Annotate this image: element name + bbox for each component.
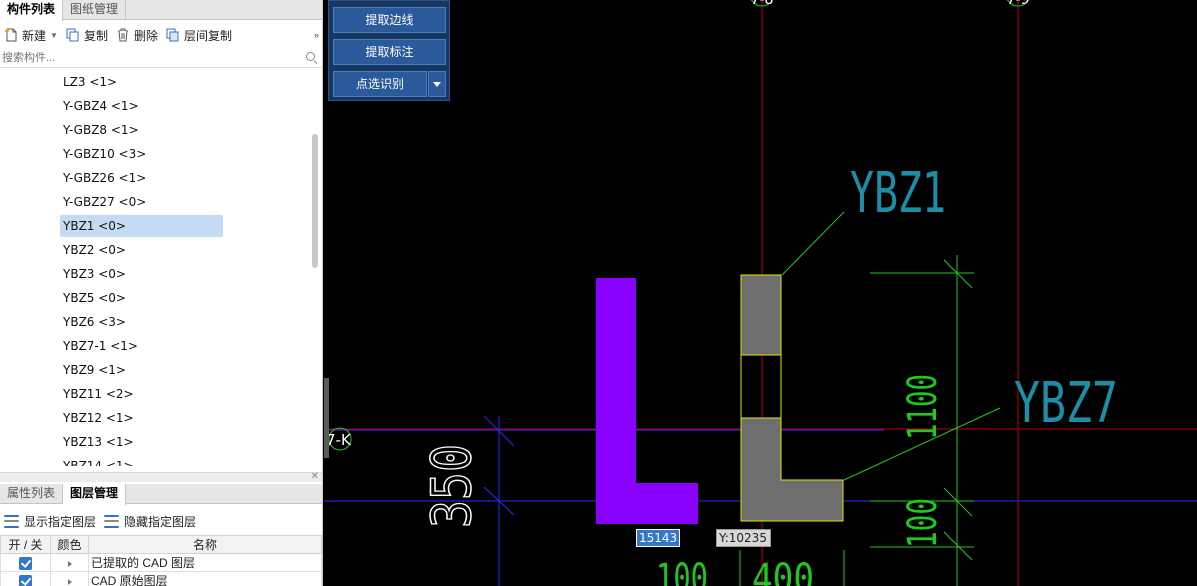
floor-copy-icon bbox=[166, 28, 180, 42]
show-layer-label: 显示指定图层 bbox=[24, 514, 97, 529]
layer-toolbar: 显示指定图层 隐藏指定图层 bbox=[0, 510, 322, 532]
extract-edge-button[interactable]: 提取边线 bbox=[333, 7, 446, 33]
tree-item[interactable]: YBZ14 <1> bbox=[60, 455, 137, 466]
tree-scrollbar[interactable] bbox=[312, 134, 318, 268]
component-search bbox=[0, 48, 322, 68]
layer-checkbox[interactable] bbox=[19, 574, 32, 586]
tree-item-selected[interactable]: YBZ1 <0> bbox=[60, 215, 223, 237]
panel-collapse-handle[interactable] bbox=[324, 378, 329, 458]
new-file-icon bbox=[4, 28, 18, 42]
point-select-recognize-button[interactable]: 点选识别 bbox=[333, 71, 427, 97]
dim-tick bbox=[943, 259, 973, 289]
layer-table: 开 / 关 颜色 名称 已提取的 CAD 图层 CAD 原始图层 bbox=[0, 535, 322, 586]
show-layer-icon bbox=[4, 514, 19, 528]
copy-button-label: 复制 bbox=[83, 28, 108, 43]
bottom-tab-bar: 属性列表 图层管理 bbox=[0, 484, 322, 505]
column-segment-lower[interactable] bbox=[740, 417, 844, 522]
layer-checkbox[interactable] bbox=[19, 556, 32, 570]
point-select-dropdown-icon[interactable] bbox=[428, 71, 446, 97]
trash-icon bbox=[116, 28, 130, 42]
dim-text-bottom-400: 400 bbox=[752, 556, 814, 586]
tree-item[interactable]: Y-GBZ4 <1> bbox=[60, 95, 142, 117]
search-input[interactable] bbox=[0, 48, 300, 67]
new-button[interactable]: 新建 ▼ bbox=[0, 24, 62, 46]
hide-layer-label: 隐藏指定图层 bbox=[124, 514, 197, 529]
hide-layer-button[interactable]: 隐藏指定图层 bbox=[100, 513, 200, 530]
copy-icon bbox=[66, 28, 80, 42]
layer-name: CAD 原始图层 bbox=[88, 571, 322, 586]
delete-button-label: 删除 bbox=[133, 28, 158, 43]
axis-label-7-k: 7-K bbox=[326, 431, 352, 449]
layer-name: 已提取的 CAD 图层 bbox=[88, 553, 322, 572]
new-button-label: 新建 bbox=[22, 28, 47, 43]
axis-label-7-8: 7-8 bbox=[751, 0, 774, 8]
extract-annotation-button[interactable]: 提取标注 bbox=[333, 39, 446, 65]
column-segment-upper[interactable] bbox=[740, 274, 782, 356]
column-segment-middle[interactable] bbox=[740, 354, 782, 419]
tab-drawing-management[interactable]: 图纸管理 bbox=[63, 0, 127, 20]
axis-label-7-9: 7-9 bbox=[1007, 0, 1030, 8]
recognition-float-panel: 提取边线 提取标注 点选识别 bbox=[328, 0, 450, 101]
tree-item[interactable]: YBZ2 <0> bbox=[60, 239, 129, 261]
tree-item[interactable]: YBZ11 <2> bbox=[60, 383, 137, 405]
dim-text-1100: 1100 bbox=[900, 374, 946, 440]
tree-item[interactable]: YBZ12 <1> bbox=[60, 407, 137, 429]
tree-item[interactable]: Y-GBZ10 <3> bbox=[60, 143, 149, 165]
dim-text-350: 350 bbox=[420, 444, 483, 528]
dim-text-bottom-100: 100 bbox=[656, 556, 708, 586]
col-name-header: 名称 bbox=[88, 535, 322, 554]
tag-label-ybz7: YBZ7 bbox=[1014, 371, 1118, 436]
hide-layer-icon bbox=[104, 514, 120, 528]
tree-item[interactable]: YBZ9 <1> bbox=[60, 359, 129, 381]
col-onoff-header: 开 / 关 bbox=[0, 535, 51, 554]
tree-item[interactable]: YBZ13 <1> bbox=[60, 431, 137, 453]
search-icon[interactable] bbox=[306, 52, 315, 61]
tab-component-list[interactable]: 构件列表 bbox=[0, 0, 64, 21]
tree-item[interactable]: Y-GBZ26 <1> bbox=[60, 167, 149, 189]
delete-button[interactable]: 删除 bbox=[112, 24, 162, 46]
component-tree: LZ3 <1> Y-GBZ4 <1> Y-GBZ8 <1> Y-GBZ10 <3… bbox=[0, 70, 322, 466]
tree-item[interactable]: LZ3 <1> bbox=[60, 71, 120, 93]
tab-layer-management[interactable]: 图层管理 bbox=[63, 484, 127, 505]
x-coordinate-input[interactable]: 15143 bbox=[636, 529, 680, 547]
expand-arrow-icon[interactable] bbox=[67, 578, 72, 585]
dim-tick bbox=[943, 487, 973, 517]
layer-row[interactable]: 已提取的 CAD 图层 bbox=[0, 553, 322, 572]
tree-item[interactable]: YBZ7-1 <1> bbox=[60, 335, 141, 357]
tag-label-ybz1: YBZ1 bbox=[850, 161, 946, 226]
component-toolbar: 新建 ▼ 复制 删除 层间复制 » bbox=[0, 24, 322, 46]
close-icon[interactable]: ✕ bbox=[311, 471, 319, 482]
expand-arrow-icon[interactable] bbox=[67, 560, 72, 567]
show-layer-button[interactable]: 显示指定图层 bbox=[0, 513, 100, 530]
y-coordinate-readout[interactable]: Y:10235 bbox=[716, 529, 771, 547]
cad-drawing: 7-8 7-9 7-K YBZ1 YBZ7 1100 100 350 100 4… bbox=[324, 0, 1197, 586]
tab-property-list[interactable]: 属性列表 bbox=[0, 484, 64, 504]
copy-button[interactable]: 复制 bbox=[62, 24, 112, 46]
tree-item[interactable]: YBZ3 <0> bbox=[60, 263, 129, 285]
tree-item[interactable]: Y-GBZ8 <1> bbox=[60, 119, 142, 141]
purple-wall-shape[interactable] bbox=[596, 278, 698, 524]
cad-drawing-canvas[interactable]: 7-8 7-9 7-K YBZ1 YBZ7 1100 100 350 100 4… bbox=[324, 0, 1197, 586]
tree-item[interactable]: Y-GBZ27 <0> bbox=[60, 191, 149, 213]
col-color-header: 颜色 bbox=[50, 535, 89, 554]
new-dropdown-caret-icon[interactable]: ▼ bbox=[50, 31, 58, 40]
tree-item[interactable]: YBZ5 <0> bbox=[60, 287, 129, 309]
layer-row[interactable]: CAD 原始图层 bbox=[0, 571, 322, 586]
top-tab-bar: 构件列表 图纸管理 bbox=[0, 0, 322, 21]
component-panel: 构件列表 图纸管理 新建 ▼ 复制 删除 层间复制 » 搜索构件... LZ3 … bbox=[0, 0, 323, 586]
layer-table-header: 开 / 关 颜色 名称 bbox=[0, 535, 322, 554]
tree-item[interactable]: YBZ6 <3> bbox=[60, 311, 129, 333]
dim-tick bbox=[943, 531, 973, 561]
floor-copy-button-label: 层间复制 bbox=[183, 28, 232, 43]
dim-text-100: 100 bbox=[900, 498, 946, 548]
floor-copy-button[interactable]: 层间复制 bbox=[162, 24, 236, 46]
panel-splitter[interactable]: ✕ bbox=[0, 471, 322, 482]
more-tools-icon[interactable]: » bbox=[314, 30, 319, 40]
leader-line-ybz1 bbox=[781, 211, 845, 276]
